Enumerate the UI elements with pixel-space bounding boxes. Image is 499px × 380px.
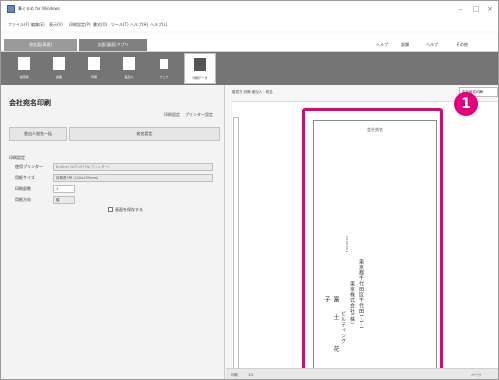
menu-item[interactable]: ヘルプ(H) (130, 22, 148, 28)
tab-right-item[interactable]: その他 (456, 42, 468, 48)
print-icon (88, 57, 100, 70)
ribbon-label: 差出人 (124, 75, 134, 79)
ribbon-label: 印刷 (90, 75, 97, 79)
tab-address-side[interactable]: 宛名面(表面) (4, 39, 77, 51)
vertical-ruler (233, 117, 239, 372)
address-book-icon (18, 57, 30, 70)
title-bar: 筆ぐるめ for Windows – □ × (1, 1, 498, 18)
menu-bar: ファイル(F) 編集(E) 表示(V) 印刷設定(P) 書式(O) ツール(T)… (1, 18, 498, 31)
status-item[interactable]: ページ (471, 373, 481, 378)
tab-right-item[interactable]: ヘルプ (376, 42, 388, 48)
tab-right-item[interactable]: ヘルプ (426, 42, 438, 48)
copies-stepper[interactable]: 1 (53, 185, 75, 193)
ribbon-label: 住所録 (19, 75, 29, 79)
ribbon-button-sender[interactable]: 差出人 (114, 53, 144, 84)
menu-item[interactable]: ツール(T) (111, 22, 129, 28)
window-title: 筆ぐるめ for Windows (18, 6, 60, 11)
sender-icon (123, 57, 135, 70)
settings-pane: 会社宛名印刷 印刷設定 プリンター設定 差出人宛名一括 宛名設定 印刷設定 使用… (1, 85, 225, 379)
tab-message-side[interactable]: 文面(裏面)アプリ (79, 39, 147, 51)
menu-item[interactable]: 表示(V) (49, 22, 63, 28)
pane-title: 会社宛名印刷 (9, 99, 51, 107)
ribbon-label: 裏面 (55, 75, 62, 79)
section-title: 印刷設定 (9, 155, 25, 160)
maximize-icon[interactable]: □ (473, 5, 480, 13)
status-bar: 印刷 1/1 ページ (226, 368, 498, 379)
row-label: 印刷部数 (15, 186, 31, 191)
ribbon: 住所録 裏面 印刷 差出人 ウェブ 印刷データ (1, 52, 498, 85)
menu-item[interactable]: ファイル(F) (8, 22, 29, 28)
tab-right-item[interactable]: 部類 (401, 42, 409, 48)
close-icon[interactable]: × (487, 5, 493, 13)
menu-item[interactable]: ヘルプ(L) (150, 22, 167, 28)
app-window: 筆ぐるめ for Windows – □ × ファイル(F) 編集(E) 表示(… (0, 0, 499, 380)
printer-select[interactable]: Brother DCP-J577N(プリンター) (53, 163, 213, 171)
checkbox-label: 画面を保存する (115, 207, 143, 212)
envelope-print-icon (194, 58, 206, 71)
tab-bar: 宛名面(表面) 文面(裏面)アプリ ヘルプ 部類 ヘルプ その他 (1, 34, 498, 52)
minimize-icon[interactable]: – (459, 5, 463, 13)
menu-item[interactable]: 印刷設定(P) (69, 22, 91, 28)
highlight-frame (302, 108, 443, 374)
sender-bulk-button[interactable]: 差出人宛名一括 (9, 127, 67, 141)
row-label: 使用プリンター (15, 164, 43, 169)
status-item[interactable]: 印刷 (231, 373, 238, 378)
printer-settings-link[interactable]: プリンター設定 (185, 112, 213, 118)
ribbon-button-print[interactable]: 印刷 (79, 53, 109, 84)
row-label: 用紙サイズ (15, 175, 35, 180)
ribbon-button-print-data[interactable]: 印刷データ (184, 53, 216, 84)
row-label: 用紙方向 (15, 197, 31, 202)
menu-item[interactable]: 編集(E) (31, 22, 45, 28)
ribbon-label: ウェブ (159, 75, 169, 79)
preview-header: 縦書き 封筒 差出人・宛名 (232, 90, 273, 94)
card-icon (53, 57, 65, 70)
print-settings-link[interactable]: 印刷設定 (164, 112, 180, 118)
menu-item[interactable]: 書式(O) (93, 22, 107, 28)
app-icon (7, 5, 15, 13)
save-screen-checkbox[interactable] (108, 207, 113, 212)
ribbon-button-web[interactable]: ウェブ (149, 53, 179, 84)
ribbon-label: 印刷データ (192, 76, 208, 80)
orientation-select[interactable]: 縦 (53, 196, 75, 204)
address-settings-button[interactable]: 宛名設定 (69, 127, 220, 141)
ribbon-button-back[interactable]: 裏面 (44, 53, 74, 84)
ribbon-button-address-book[interactable]: 住所録 (9, 53, 39, 84)
paper-size-select[interactable]: 封筒長3号 (120x235mm) (53, 174, 213, 182)
status-item: 1/1 (248, 373, 254, 377)
people-icon (160, 59, 168, 69)
callout-badge: 1 (454, 92, 478, 116)
